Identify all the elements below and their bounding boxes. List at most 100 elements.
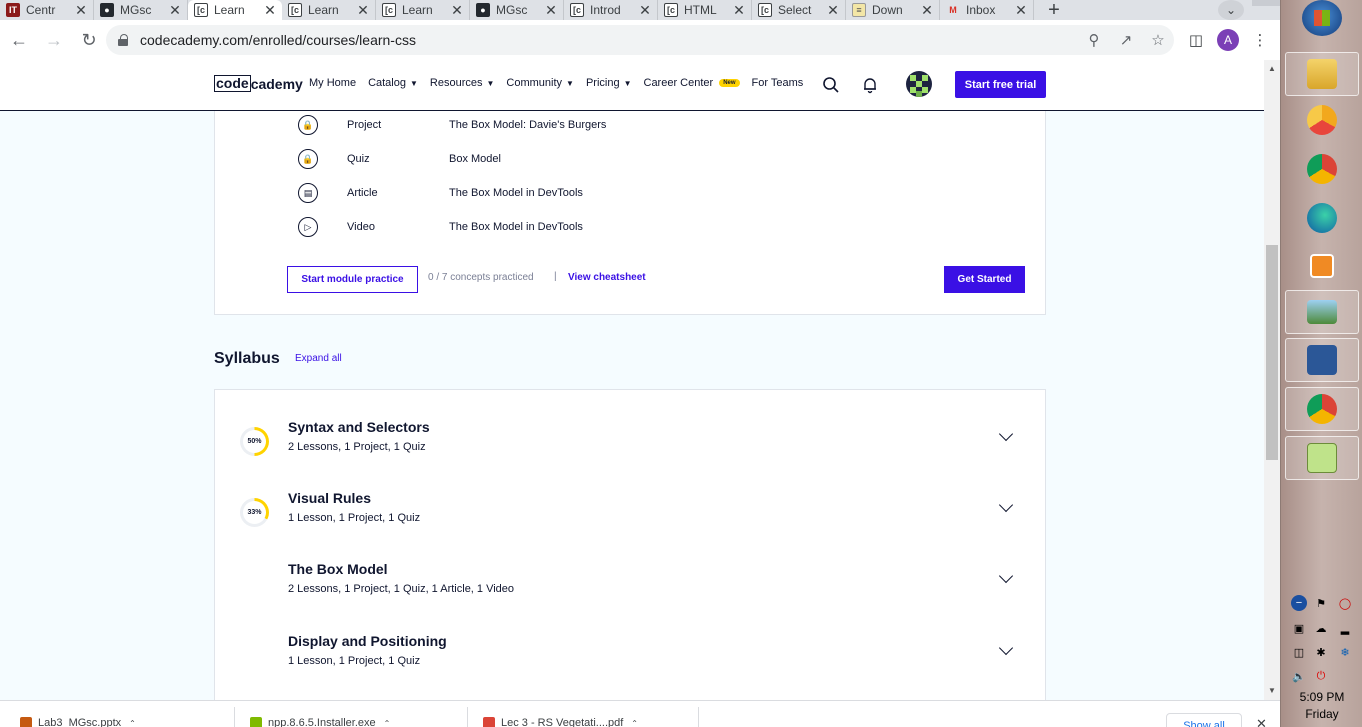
- nav-item[interactable]: Community ▼: [506, 77, 574, 89]
- app-tray-icon[interactable]: ▣: [1291, 620, 1307, 636]
- profile-avatar[interactable]: A: [1217, 29, 1239, 51]
- back-arrow-icon[interactable]: ←: [3, 24, 35, 56]
- nav-item[interactable]: Career Center New: [644, 77, 740, 89]
- notepad-plus-plus-icon[interactable]: [1285, 436, 1359, 480]
- cloud-tray-icon[interactable]: ☁: [1313, 620, 1329, 636]
- module-item[interactable]: 🔒 Quiz Box Model: [298, 148, 501, 170]
- security-tray-icon[interactable]: ◯: [1337, 595, 1353, 611]
- chevron-down-icon[interactable]: [998, 568, 1014, 584]
- search-icon[interactable]: [822, 76, 840, 94]
- browser-tab[interactable]: M Inbox ✕: [940, 0, 1034, 20]
- chrome-canary-icon[interactable]: [1285, 98, 1359, 142]
- close-tab-icon[interactable]: ✕: [169, 2, 181, 19]
- close-tab-icon[interactable]: ✕: [827, 2, 839, 19]
- close-tab-icon[interactable]: ✕: [545, 2, 557, 19]
- chevron-up-icon[interactable]: ⌃: [384, 719, 391, 727]
- close-tab-icon[interactable]: ✕: [357, 2, 369, 19]
- show-all-downloads-button[interactable]: Show all: [1166, 713, 1242, 727]
- browser-tab[interactable]: [c Learn ✕: [188, 0, 282, 20]
- word-icon[interactable]: [1285, 338, 1359, 382]
- scrollbar-thumb[interactable]: [1266, 245, 1278, 460]
- edge-icon[interactable]: [1285, 196, 1359, 240]
- photo-viewer-icon[interactable]: [1285, 290, 1359, 334]
- address-bar[interactable]: codecademy.com/enrolled/courses/learn-cs…: [106, 25, 1174, 55]
- windows-start-icon[interactable]: [1302, 0, 1342, 36]
- close-tab-icon[interactable]: ✕: [921, 2, 933, 19]
- browser-tab[interactable]: [c Learn ✕: [376, 0, 470, 20]
- network-tray-icon[interactable]: −: [1291, 595, 1307, 611]
- usb-tray-icon[interactable]: ◫: [1291, 644, 1307, 660]
- chevron-down-icon[interactable]: [998, 640, 1014, 656]
- module-item[interactable]: ▤ Article The Box Model in DevTools: [298, 182, 583, 204]
- browser-tab[interactable]: [c HTML ✕: [658, 0, 752, 20]
- side-panel-icon[interactable]: ◫: [1180, 31, 1212, 49]
- browser-tab[interactable]: [c Learn ✕: [282, 0, 376, 20]
- expand-all-link[interactable]: Expand all: [295, 353, 342, 364]
- syllabus-module-row[interactable]: Display and Positioning 1 Lesson, 1 Proje…: [215, 631, 1045, 691]
- syllabus-module-row[interactable]: The Box Model 2 Lessons, 1 Project, 1 Qui…: [215, 559, 1045, 619]
- file-explorer-icon[interactable]: [1285, 52, 1359, 96]
- browser-tab[interactable]: [c Select ✕: [752, 0, 846, 20]
- kebab-menu-icon[interactable]: ⋮: [1244, 31, 1276, 49]
- snowflake-tray-icon[interactable]: ❄: [1337, 644, 1353, 660]
- browser-tab[interactable]: IT Centr ✕: [0, 0, 94, 20]
- bluetooth-icon[interactable]: ✱: [1313, 644, 1329, 660]
- browser-tab[interactable]: ≡ Down ✕: [846, 0, 940, 20]
- close-tab-icon[interactable]: ✕: [75, 2, 87, 19]
- bookmark-star-icon[interactable]: ☆: [1142, 31, 1174, 49]
- profile-button[interactable]: A: [1212, 29, 1244, 51]
- download-item[interactable]: Lec 3 - RS Vegetati....pdf ⌃: [483, 717, 638, 727]
- tab-search-chevron-icon[interactable]: ⌄: [1218, 0, 1244, 20]
- nav-item[interactable]: My Home: [309, 77, 356, 89]
- chevron-down-icon[interactable]: [998, 497, 1014, 513]
- nav-item[interactable]: For Teams: [752, 77, 804, 89]
- close-tab-icon[interactable]: ✕: [733, 2, 745, 19]
- scroll-down-arrow-icon[interactable]: ▼: [1268, 686, 1276, 695]
- action-center-flag-icon[interactable]: ⚑: [1313, 595, 1329, 611]
- volume-icon[interactable]: 🔈: [1291, 668, 1307, 684]
- download-item[interactable]: npp.8.6.5.Installer.exe ⌃: [250, 717, 390, 727]
- lock-icon[interactable]: [118, 34, 130, 46]
- nav-item[interactable]: Pricing ▼: [586, 77, 632, 89]
- nav-item[interactable]: Resources ▼: [430, 77, 495, 89]
- url-text[interactable]: codecademy.com/enrolled/courses/learn-cs…: [140, 32, 1078, 48]
- close-tab-icon[interactable]: ✕: [639, 2, 651, 19]
- browser-tab[interactable]: ● MGsc ✕: [470, 0, 564, 20]
- power-tray-icon[interactable]: ⏻: [1313, 668, 1329, 684]
- share-icon[interactable]: ↗: [1110, 31, 1142, 49]
- codecademy-logo[interactable]: code cademy: [214, 75, 303, 92]
- scroll-up-arrow-icon[interactable]: ▲: [1268, 64, 1276, 73]
- download-item[interactable]: Lab3_MGsc.pptx ⌃: [20, 717, 136, 727]
- browser-tab[interactable]: ● MGsc ✕: [94, 0, 188, 20]
- start-module-practice-button[interactable]: Start module practice: [287, 266, 418, 293]
- nav-item[interactable]: Catalog ▼: [368, 77, 418, 89]
- get-started-button[interactable]: Get Started: [944, 266, 1025, 293]
- wifi-signal-icon[interactable]: ▂: [1337, 620, 1353, 636]
- notification-bell-icon[interactable]: [861, 76, 879, 94]
- chevron-up-icon[interactable]: ⌃: [129, 719, 136, 727]
- chevron-up-icon[interactable]: ⌃: [631, 719, 638, 727]
- module-item[interactable]: 🔒 Project The Box Model: Davie's Burgers: [298, 114, 606, 136]
- syllabus-module-row[interactable]: 33% Visual Rules 1 Lesson, 1 Project, 1 Qu…: [215, 488, 1045, 548]
- reload-icon[interactable]: ↻: [73, 24, 105, 56]
- view-cheatsheet-link[interactable]: View cheatsheet: [568, 272, 646, 283]
- chrome-profile-icon[interactable]: [1285, 387, 1359, 431]
- close-tab-icon[interactable]: ✕: [1015, 2, 1027, 19]
- system-clock[interactable]: 5:09 PM Friday: [1281, 689, 1362, 723]
- close-tab-icon[interactable]: ✕: [264, 2, 276, 19]
- zoom-icon[interactable]: ⚲: [1078, 31, 1110, 49]
- close-download-shelf-icon[interactable]: ✕: [1256, 716, 1267, 727]
- page-scrollbar[interactable]: ▲ ▼: [1264, 60, 1280, 700]
- module-item[interactable]: ▷ Video The Box Model in DevTools: [298, 216, 583, 238]
- tab-title: Introd: [590, 3, 621, 17]
- media-player-icon[interactable]: [1285, 244, 1359, 288]
- syllabus-module-row[interactable]: 50% Syntax and Selectors 2 Lessons, 1 Proj…: [215, 417, 1045, 477]
- close-tab-icon[interactable]: ✕: [451, 2, 463, 19]
- chevron-down-icon[interactable]: [998, 426, 1014, 442]
- new-tab-plus-icon[interactable]: +: [1040, 0, 1068, 21]
- start-free-trial-button[interactable]: Start free trial: [955, 71, 1046, 98]
- browser-tab[interactable]: [c Introd ✕: [564, 0, 658, 20]
- forward-arrow-icon[interactable]: →: [38, 24, 70, 56]
- user-avatar[interactable]: [906, 71, 932, 97]
- chrome-icon[interactable]: [1285, 147, 1359, 191]
